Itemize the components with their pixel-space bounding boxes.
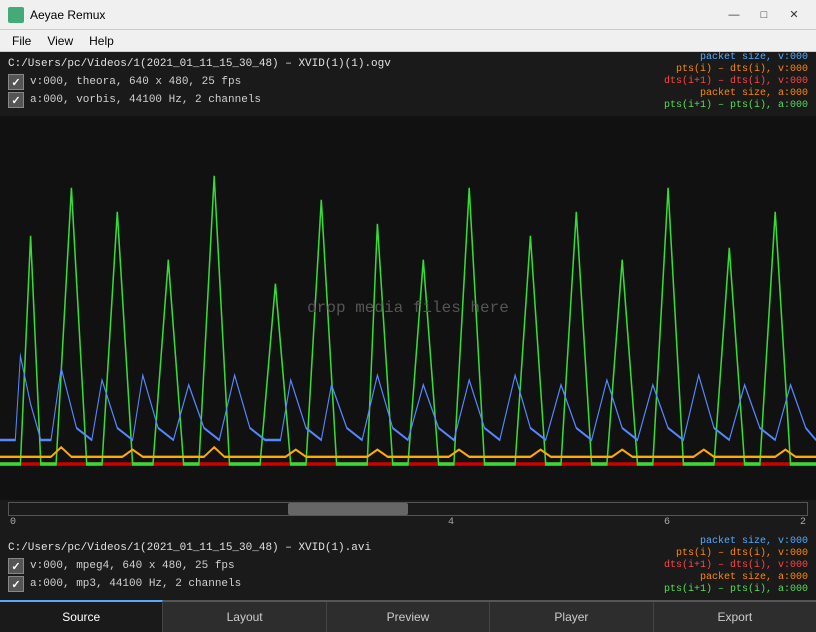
timeline-track[interactable] xyxy=(8,502,808,516)
menu-help[interactable]: Help xyxy=(81,32,122,50)
timeline-label-6: 6 xyxy=(664,517,670,528)
legend-pts-diff-a: pts(i+1) – pts(i), a:000 xyxy=(664,100,808,111)
tab-export[interactable]: Export xyxy=(654,602,816,632)
legend-pts-dts-v: pts(i) – dts(i), v:000 xyxy=(664,64,808,75)
tab-bar: Source Layout Preview Player Export xyxy=(0,600,816,632)
tab-player[interactable]: Player xyxy=(490,602,653,632)
window-controls: — □ ✕ xyxy=(720,5,808,25)
bottom-legend-dts-diff-v: dts(i+1) – dts(i), v:000 xyxy=(664,560,808,571)
top-chart-svg xyxy=(0,116,816,500)
legend-dts-diff-v: dts(i+1) – dts(i), v:000 xyxy=(664,76,808,87)
legend-pkt-v: packet size, v:000 xyxy=(664,52,808,63)
top-audio-label: a:000, vorbis, 44100 Hz, 2 channels xyxy=(30,94,261,106)
minimize-button[interactable]: — xyxy=(720,5,748,25)
tab-preview[interactable]: Preview xyxy=(327,602,490,632)
app-icon xyxy=(8,7,24,23)
bottom-source-panel: C:/Users/pc/Videos/1(2021_01_11_15_30_48… xyxy=(0,536,816,600)
top-tracks: v:000, theora, 640 x 480, 25 fps a:000, … xyxy=(8,74,261,108)
timeline-label-4: 4 xyxy=(448,517,454,528)
timeline-wrapper: 0 2 4 6 xyxy=(8,502,808,528)
top-legend: packet size, v:000 pts(i) – dts(i), v:00… xyxy=(664,52,808,111)
maximize-button[interactable]: □ xyxy=(750,5,778,25)
top-audio-checkbox[interactable] xyxy=(8,92,24,108)
timeline-scrollbar[interactable] xyxy=(288,503,408,515)
bottom-video-checkbox[interactable] xyxy=(8,558,24,574)
bottom-video-label: v:000, mpeg4, 640 x 480, 25 fps xyxy=(30,560,235,572)
bottom-legend-pts-diff-a: pts(i+1) – pts(i), a:000 xyxy=(664,584,808,595)
main-content: C:/Users/pc/Videos/1(2021_01_11_15_30_48… xyxy=(0,52,816,600)
bottom-tracks: v:000, mpeg4, 640 x 480, 25 fps a:000, m… xyxy=(8,558,241,592)
menu-bar: File View Help xyxy=(0,30,816,52)
top-video-track: v:000, theora, 640 x 480, 25 fps xyxy=(8,74,261,90)
legend-pkt-a: packet size, a:000 xyxy=(664,88,808,99)
window-title: Aeyae Remux xyxy=(30,8,720,22)
bottom-audio-track: a:000, mp3, 44100 Hz, 2 channels xyxy=(8,576,241,592)
top-audio-track: a:000, vorbis, 44100 Hz, 2 channels xyxy=(8,92,261,108)
top-video-checkbox[interactable] xyxy=(8,74,24,90)
bottom-legend: packet size, v:000 pts(i) – dts(i), v:00… xyxy=(664,536,808,595)
timeline-labels: 0 2 4 6 xyxy=(8,516,808,528)
bottom-legend-pkt-v: packet size, v:000 xyxy=(664,536,808,547)
timeline-label-2: 2 xyxy=(800,517,806,528)
menu-file[interactable]: File xyxy=(4,32,39,50)
tab-layout[interactable]: Layout xyxy=(163,602,326,632)
top-video-label: v:000, theora, 640 x 480, 25 fps xyxy=(30,76,241,88)
bottom-audio-checkbox[interactable] xyxy=(8,576,24,592)
timeline-container: 0 2 4 6 xyxy=(0,500,816,530)
tab-source[interactable]: Source xyxy=(0,600,163,632)
top-source-panel: C:/Users/pc/Videos/1(2021_01_11_15_30_48… xyxy=(0,52,816,116)
menu-view[interactable]: View xyxy=(39,32,81,50)
bottom-legend-pkt-a: packet size, a:000 xyxy=(664,572,808,583)
title-bar: Aeyae Remux — □ ✕ xyxy=(0,0,816,30)
timeline-label-0: 0 xyxy=(10,517,16,528)
close-button[interactable]: ✕ xyxy=(780,5,808,25)
bottom-video-track: v:000, mpeg4, 640 x 480, 25 fps xyxy=(8,558,241,574)
top-chart-area[interactable]: drop media files here xyxy=(0,116,816,500)
bottom-audio-label: a:000, mp3, 44100 Hz, 2 channels xyxy=(30,578,241,590)
bottom-legend-pts-dts-v: pts(i) – dts(i), v:000 xyxy=(664,548,808,559)
